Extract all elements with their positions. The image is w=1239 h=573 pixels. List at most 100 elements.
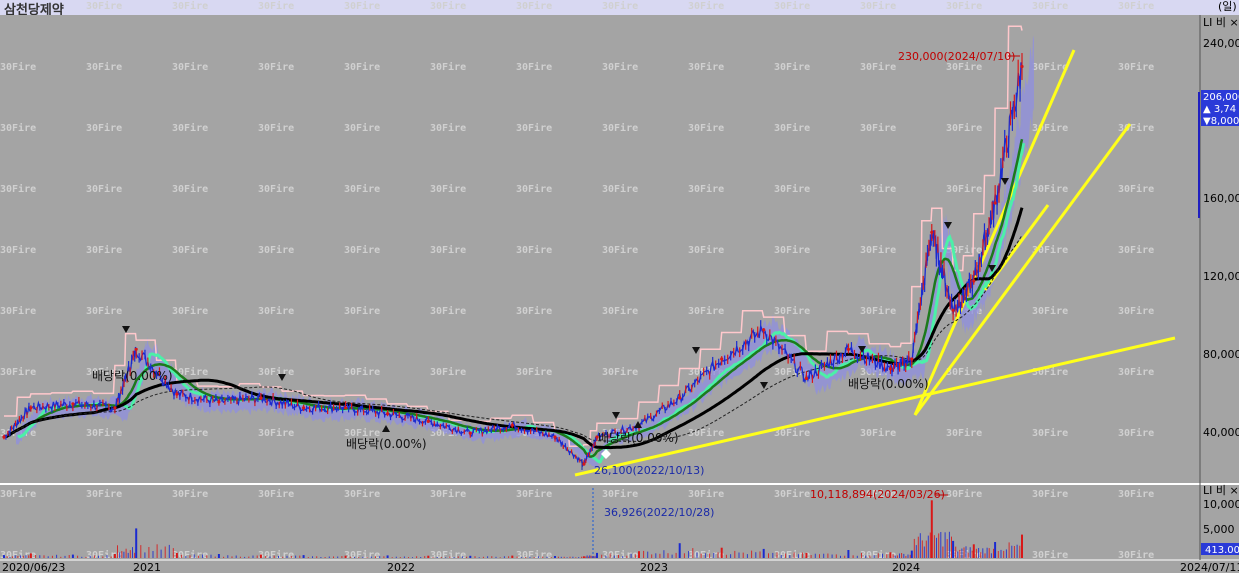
volume-bar: [1003, 550, 1005, 558]
watermark-text: 30Fire: [172, 244, 208, 256]
watermark-text: 30Fire: [946, 427, 982, 439]
volume-bar: [1019, 545, 1021, 558]
watermark-text: 30Fire: [430, 549, 466, 561]
price-point: [582, 462, 586, 466]
volume-bar: [894, 555, 896, 558]
volume-bar: [333, 556, 334, 558]
watermark-text: 30Fire: [430, 61, 466, 73]
dividend-label-3: 배당락(0.00%): [598, 431, 679, 445]
volume-bar: [508, 556, 510, 558]
price-point: [468, 431, 472, 435]
volume-bar: [856, 555, 858, 558]
volume-bar: [982, 548, 984, 558]
volume-bar: [704, 553, 706, 558]
volume-bar: [944, 532, 946, 558]
watermark-text: 30Fire: [1118, 488, 1154, 500]
volume-bar: [638, 551, 640, 558]
x-label-2024: 2024: [892, 561, 920, 573]
volume-bar: [341, 556, 343, 558]
volume-bar: [533, 557, 535, 558]
watermark-text: 30Fire: [774, 0, 810, 12]
volume-bar: [202, 554, 204, 558]
volume-bar: [265, 556, 267, 558]
watermark-text: 30Fire: [1032, 488, 1068, 500]
watermark-text: 30Fire: [258, 305, 294, 317]
volume-bar: [295, 555, 297, 558]
volume-bar: [622, 556, 624, 558]
volume-bar: [117, 545, 118, 558]
watermark-text: 30Fire: [344, 488, 380, 500]
volume-bar: [144, 552, 146, 558]
volume-bar: [554, 556, 556, 558]
volume-bar: [181, 554, 183, 558]
volume-bar: [1011, 545, 1013, 558]
volume-panel-controls[interactable]: LI 비 ×: [1203, 484, 1239, 497]
watermark-text: 30Fire: [258, 61, 294, 73]
watermark-text: 30Fire: [0, 488, 36, 500]
volume-bar: [290, 555, 292, 558]
volume-bar: [980, 552, 982, 558]
watermark-text: 30Fire: [258, 244, 294, 256]
volume-bar: [675, 552, 677, 558]
watermark-text: 30Fire: [1118, 61, 1154, 73]
watermark-text: 30Fire: [86, 183, 122, 195]
watermark-text: 30Fire: [688, 305, 724, 317]
volume-bar: [921, 540, 923, 558]
volume-bar: [529, 556, 531, 558]
volume-bar: [491, 556, 493, 558]
volume-bar: [643, 550, 645, 558]
volume-bar: [896, 555, 898, 558]
volume-bar: [651, 554, 653, 558]
watermark-text: 30Fire: [86, 427, 122, 439]
watermark-text: 30Fire: [774, 183, 810, 195]
current-price: 206,000: [1203, 92, 1239, 103]
price-point: [302, 406, 306, 410]
volume-bar: [110, 556, 112, 558]
volume-bar: [546, 556, 548, 558]
volume-bar: [286, 555, 288, 558]
volume-bar: [98, 555, 100, 558]
watermark-text: 30Fire: [516, 244, 552, 256]
watermark-text: 30Fire: [1032, 0, 1068, 12]
volume-bar: [12, 556, 14, 558]
volume-bar: [913, 538, 915, 558]
volume-bar: [269, 556, 271, 558]
min-price-annotation: 26,100(2022/10/13): [594, 464, 704, 477]
price-point: [972, 279, 976, 283]
price-point: [930, 230, 934, 234]
min-volume-annotation: 36,926(2022/10/28): [604, 506, 714, 519]
volume-bar: [337, 556, 339, 558]
volume-bar: [20, 555, 22, 558]
watermark-text: 30Fire: [1118, 0, 1154, 12]
volume-bar: [762, 548, 765, 558]
volume-bar: [282, 556, 284, 558]
dividend-label-1: 배당락(0.00%): [92, 369, 173, 383]
watermark-text: 30Fire: [860, 122, 896, 134]
volume-bar: [320, 557, 322, 558]
volume-bar: [720, 547, 723, 558]
volume-bar: [840, 555, 841, 558]
volume-bar: [466, 556, 468, 558]
volume-bar: [223, 556, 225, 558]
volume-bar: [235, 555, 237, 558]
watermark-text: 30Fire: [1118, 549, 1154, 561]
price-point: [29, 406, 33, 410]
volume-bar: [278, 555, 279, 558]
volume-bar: [667, 553, 669, 558]
volume-bar: [252, 555, 254, 558]
watermark-text: 30Fire: [258, 366, 294, 378]
volume-bar: [596, 552, 598, 558]
volume-bar: [805, 552, 808, 558]
volume-bar: [905, 556, 907, 558]
volume-bar: [22, 555, 24, 558]
stock-chart[interactable]: 30Fire 30Fire 30Fire 30Fire 30Fire 30Fire 30Fi…: [0, 0, 1239, 573]
volume-bar: [399, 557, 401, 558]
watermark-text: 30Fire: [86, 488, 122, 500]
volume-bar: [965, 546, 967, 558]
x-label-2021: 2021: [133, 561, 161, 573]
watermark-text: 30Fire: [344, 61, 380, 73]
watermark-text: 30Fire: [86, 122, 122, 134]
price-panel-controls[interactable]: LI 비 ×: [1203, 16, 1239, 29]
price-point: [344, 406, 348, 410]
watermark-text: 30Fire: [774, 488, 810, 500]
